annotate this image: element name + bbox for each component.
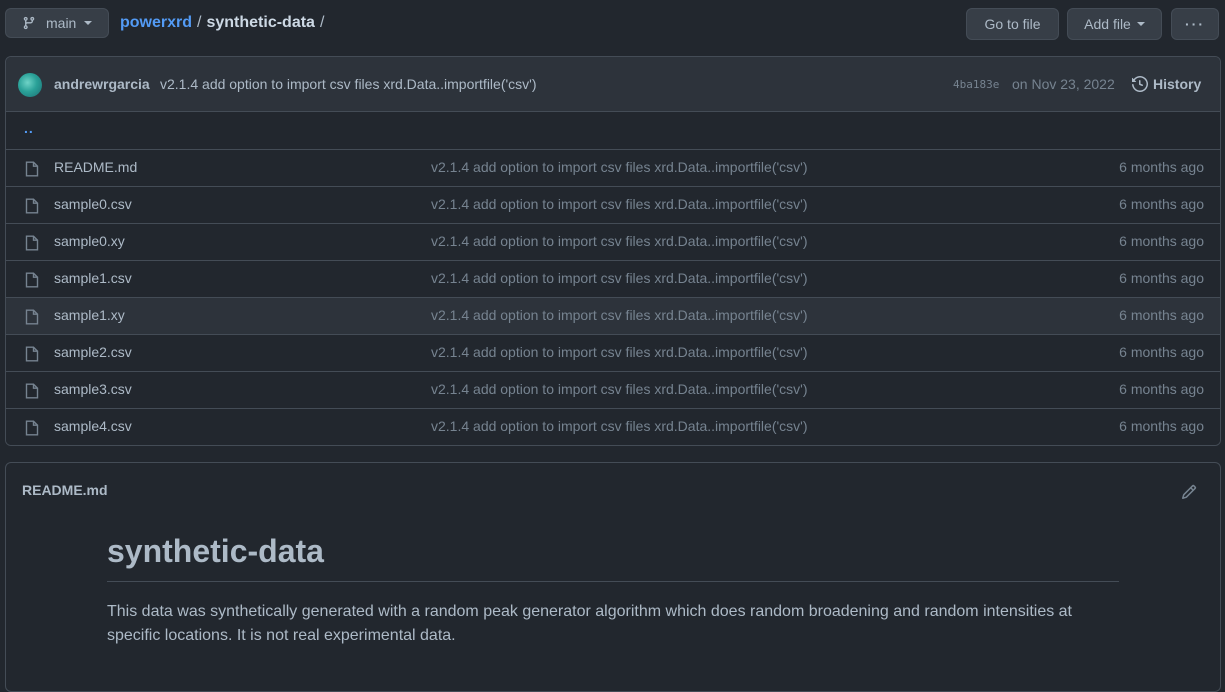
kebab-horizontal-icon: ···: [1185, 16, 1205, 32]
file-name-link[interactable]: sample0.xy: [54, 233, 125, 249]
history-label: History: [1153, 76, 1202, 92]
go-to-file-label: Go to file: [984, 16, 1041, 32]
commit-message-link[interactable]: v2.1.4 add option to import csv files xr…: [160, 76, 537, 92]
add-file-label: Add file: [1084, 16, 1131, 32]
readme-panel: README.md synthetic-data This data was s…: [5, 462, 1221, 692]
branch-selector-button[interactable]: main: [5, 8, 109, 38]
pencil-icon[interactable]: [1181, 484, 1197, 500]
commit-author-link[interactable]: andrewrgarcia: [54, 76, 150, 92]
file-age: 6 months ago: [1119, 307, 1204, 323]
go-to-file-button[interactable]: Go to file: [966, 8, 1059, 40]
file-row[interactable]: README.md v2.1.4 add option to import cs…: [6, 149, 1220, 186]
breadcrumb-separator: /: [319, 14, 325, 31]
file-row[interactable]: sample1.csv v2.1.4 add option to import …: [6, 260, 1220, 297]
file-commit-message-link[interactable]: v2.1.4 add option to import csv files xr…: [431, 381, 808, 397]
parent-directory-link[interactable]: ..: [24, 120, 34, 136]
more-options-button[interactable]: ···: [1171, 8, 1219, 40]
file-name-link[interactable]: sample4.csv: [54, 418, 132, 434]
file-row[interactable]: sample3.csv v2.1.4 add option to import …: [6, 371, 1220, 408]
commit-date: on Nov 23, 2022: [1012, 76, 1115, 92]
add-file-button[interactable]: Add file: [1067, 8, 1162, 40]
file-commit-message-link[interactable]: v2.1.4 add option to import csv files xr…: [431, 196, 808, 212]
latest-commit-bar: andrewrgarcia v2.1.4 add option to impor…: [6, 57, 1220, 112]
commit-sha-link[interactable]: 4ba183e: [953, 78, 999, 91]
file-commit-message-link[interactable]: v2.1.4 add option to import csv files xr…: [431, 307, 808, 323]
file-icon: [25, 420, 39, 436]
avatar[interactable]: [18, 73, 42, 97]
file-name-link[interactable]: sample1.csv: [54, 270, 132, 286]
file-age: 6 months ago: [1119, 344, 1204, 360]
file-commit-message-link[interactable]: v2.1.4 add option to import csv files xr…: [431, 418, 808, 434]
git-branch-icon: [22, 16, 36, 30]
readme-divider: [107, 581, 1119, 582]
file-row[interactable]: sample0.csv v2.1.4 add option to import …: [6, 186, 1220, 223]
breadcrumb: powerxrd / synthetic-data /: [120, 14, 329, 32]
branch-name: main: [46, 15, 77, 31]
caret-down-icon: [84, 21, 93, 25]
file-age: 6 months ago: [1119, 159, 1204, 175]
top-bar: main powerxrd / synthetic-data / Go to f…: [0, 0, 1225, 48]
file-age: 6 months ago: [1119, 233, 1204, 249]
readme-heading: synthetic-data: [107, 533, 324, 569]
readme-filename: README.md: [22, 482, 108, 498]
file-age: 6 months ago: [1119, 418, 1204, 434]
caret-down-icon: [1136, 22, 1145, 26]
breadcrumb-separator: /: [197, 14, 202, 31]
file-icon: [25, 161, 39, 177]
file-commit-message-link[interactable]: v2.1.4 add option to import csv files xr…: [431, 159, 808, 175]
breadcrumb-current-dir: synthetic-data: [206, 14, 315, 31]
history-icon: [1132, 76, 1148, 92]
file-commit-message-link[interactable]: v2.1.4 add option to import csv files xr…: [431, 344, 808, 360]
file-age: 6 months ago: [1119, 381, 1204, 397]
file-icon: [25, 198, 39, 214]
file-name-link[interactable]: README.md: [54, 159, 137, 175]
file-name-link[interactable]: sample1.xy: [54, 307, 125, 323]
parent-directory-row[interactable]: ..: [6, 112, 1220, 149]
file-icon: [25, 235, 39, 251]
file-row[interactable]: sample0.xy v2.1.4 add option to import c…: [6, 223, 1220, 260]
file-icon: [25, 383, 39, 399]
file-name-link[interactable]: sample2.csv: [54, 344, 132, 360]
file-row[interactable]: sample4.csv v2.1.4 add option to import …: [6, 408, 1220, 445]
file-name-link[interactable]: sample3.csv: [54, 381, 132, 397]
readme-body-text: This data was synthetically generated wi…: [107, 603, 1072, 644]
file-age: 6 months ago: [1119, 196, 1204, 212]
file-icon: [25, 346, 39, 362]
file-commit-message-link[interactable]: v2.1.4 add option to import csv files xr…: [431, 233, 808, 249]
file-row[interactable]: sample2.csv v2.1.4 add option to import …: [6, 334, 1220, 371]
file-icon: [25, 309, 39, 325]
file-commit-message-link[interactable]: v2.1.4 add option to import csv files xr…: [431, 270, 808, 286]
history-link[interactable]: History: [1132, 76, 1201, 92]
breadcrumb-repo-link[interactable]: powerxrd: [120, 14, 192, 32]
file-browser: andrewrgarcia v2.1.4 add option to impor…: [5, 56, 1221, 446]
file-icon: [25, 272, 39, 288]
file-name-link[interactable]: sample0.csv: [54, 196, 132, 212]
file-age: 6 months ago: [1119, 270, 1204, 286]
file-row[interactable]: sample1.xy v2.1.4 add option to import c…: [6, 297, 1220, 334]
